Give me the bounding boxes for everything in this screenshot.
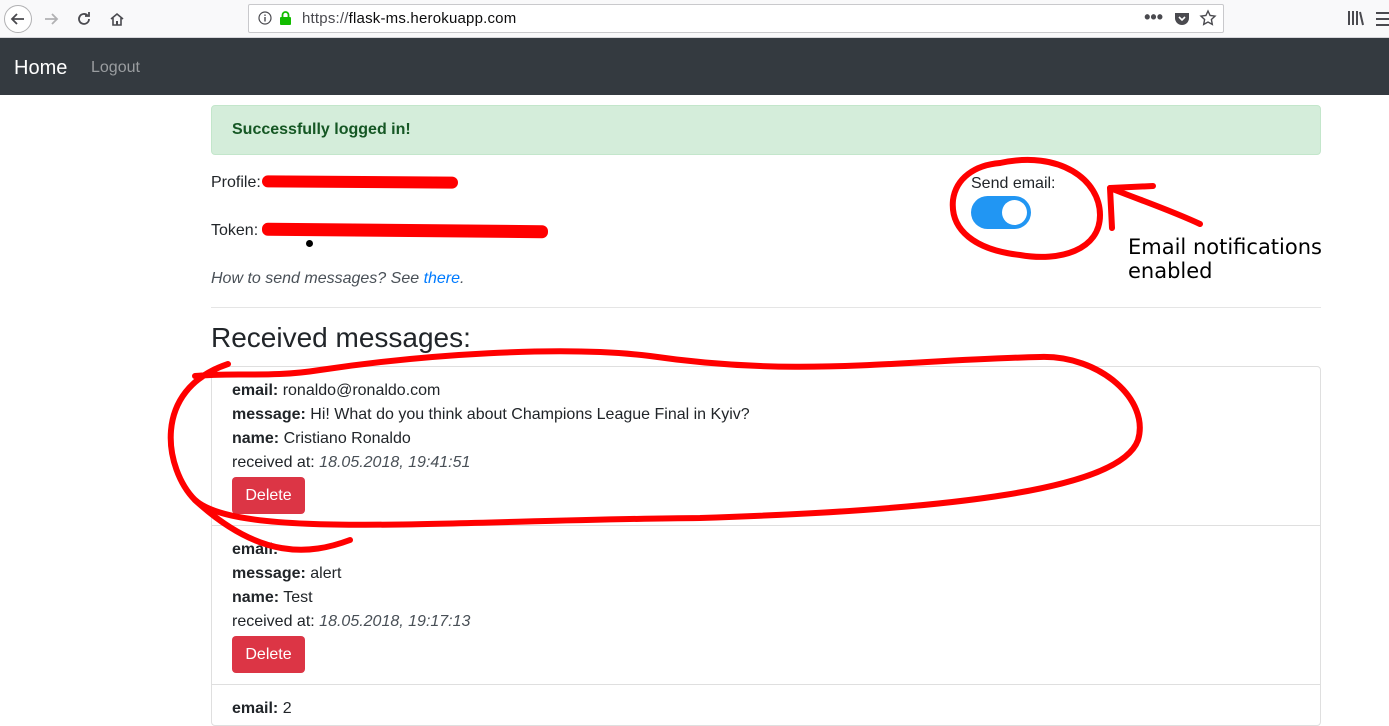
token-redaction (261, 222, 549, 239)
divider (211, 307, 1321, 308)
message-item-2: email: message: alert name: Test receive… (212, 538, 1320, 673)
annotation-line-1: Email notifications (1128, 235, 1322, 259)
delete-button[interactable]: Delete (232, 636, 305, 673)
message-email: ronaldo@ronaldo.com (282, 382, 441, 399)
email-field-label: email: (232, 700, 279, 717)
info-icon[interactable] (258, 11, 272, 25)
bookmark-star-icon[interactable] (1199, 9, 1217, 27)
page-actions-icon[interactable]: ••• (1144, 7, 1163, 28)
email-field-label: email: (232, 541, 279, 558)
hamburger-menu-icon[interactable] (1376, 12, 1389, 30)
arrow-left-icon (10, 13, 24, 25)
home-button[interactable] (103, 5, 131, 33)
howto-text: How to send messages? See there. (211, 270, 464, 288)
message-email-line: email: 2 (232, 697, 1320, 721)
mouse-dot (306, 240, 313, 247)
nav-logout-link[interactable]: Logout (91, 59, 140, 77)
received-messages-heading: Received messages: (211, 322, 471, 353)
message-received-line: received at: 18.05.2018, 19:17:13 (232, 610, 1320, 634)
message-separator (212, 525, 1320, 526)
message-text-line: message: Hi! What do you think about Cha… (232, 403, 1320, 427)
message-list: email: ronaldo@ronaldo.com message: Hi! … (211, 366, 1321, 726)
url-domain: flask-ms.herokuapp.com (348, 10, 517, 27)
arrow-right-icon (45, 13, 59, 25)
site-navbar: Home Logout (0, 38, 1389, 95)
annotation-line-2: enabled (1128, 259, 1213, 283)
nav-home-link[interactable]: Home (14, 57, 67, 80)
message-timestamp: 18.05.2018, 19:41:51 (319, 454, 471, 471)
name-field-label: name: (232, 589, 280, 606)
send-email-toggle[interactable] (971, 196, 1031, 229)
lock-icon[interactable] (279, 11, 292, 26)
message-item-1: email: ronaldo@ronaldo.com message: Hi! … (212, 379, 1320, 514)
back-button[interactable] (4, 5, 32, 33)
annotation-arrow-head (1107, 183, 1156, 231)
browser-toolbar: https://flask-ms.herokuapp.com ••• (0, 0, 1389, 38)
message-name-line: name: Cristiano Ronaldo (232, 427, 1320, 451)
token-label: Token: (211, 222, 259, 239)
delete-button[interactable]: Delete (232, 477, 305, 514)
profile-redaction (261, 175, 459, 189)
message-text: alert (310, 565, 342, 582)
reload-button[interactable] (70, 5, 98, 33)
url-scheme: https:// (302, 10, 349, 27)
name-field-label: name: (232, 430, 280, 447)
message-item-3: email: 2 (212, 697, 1320, 721)
message-name: Test (283, 589, 313, 606)
annotation-text: Email notifications enabled (1128, 235, 1322, 283)
home-icon (110, 12, 124, 26)
message-field-label: message: (232, 565, 306, 582)
message-text-line: message: alert (232, 562, 1320, 586)
pocket-icon[interactable] (1174, 11, 1190, 26)
email-field-label: email: (232, 382, 279, 399)
message-email-line: email: (232, 538, 1320, 562)
annotation-arrow-shaft (1107, 185, 1203, 227)
address-bar[interactable]: https://flask-ms.herokuapp.com ••• (248, 4, 1224, 33)
success-alert: Successfully logged in! (211, 105, 1321, 155)
message-timestamp: 18.05.2018, 19:17:13 (319, 613, 471, 630)
message-email-line: email: ronaldo@ronaldo.com (232, 379, 1320, 403)
message-text: Hi! What do you think about Champions Le… (310, 406, 750, 423)
message-email: 2 (282, 700, 292, 717)
received-field-label: received at: (232, 454, 315, 471)
send-email-label: Send email: (971, 175, 1056, 192)
url-text[interactable]: https://flask-ms.herokuapp.com (302, 10, 516, 27)
message-name: Cristiano Ronaldo (283, 430, 411, 447)
profile-label: Profile: (211, 174, 261, 191)
forward-button[interactable] (37, 5, 65, 33)
library-icon[interactable] (1347, 9, 1365, 26)
message-field-label: message: (232, 406, 306, 423)
reload-icon (78, 12, 90, 25)
howto-prefix: How to send messages? See (211, 270, 424, 287)
howto-link[interactable]: there (424, 270, 460, 287)
toggle-knob (1002, 200, 1027, 225)
received-field-label: received at: (232, 613, 315, 630)
howto-suffix: . (460, 270, 465, 287)
message-name-line: name: Test (232, 586, 1320, 610)
message-received-line: received at: 18.05.2018, 19:41:51 (232, 451, 1320, 475)
message-separator (212, 684, 1320, 685)
